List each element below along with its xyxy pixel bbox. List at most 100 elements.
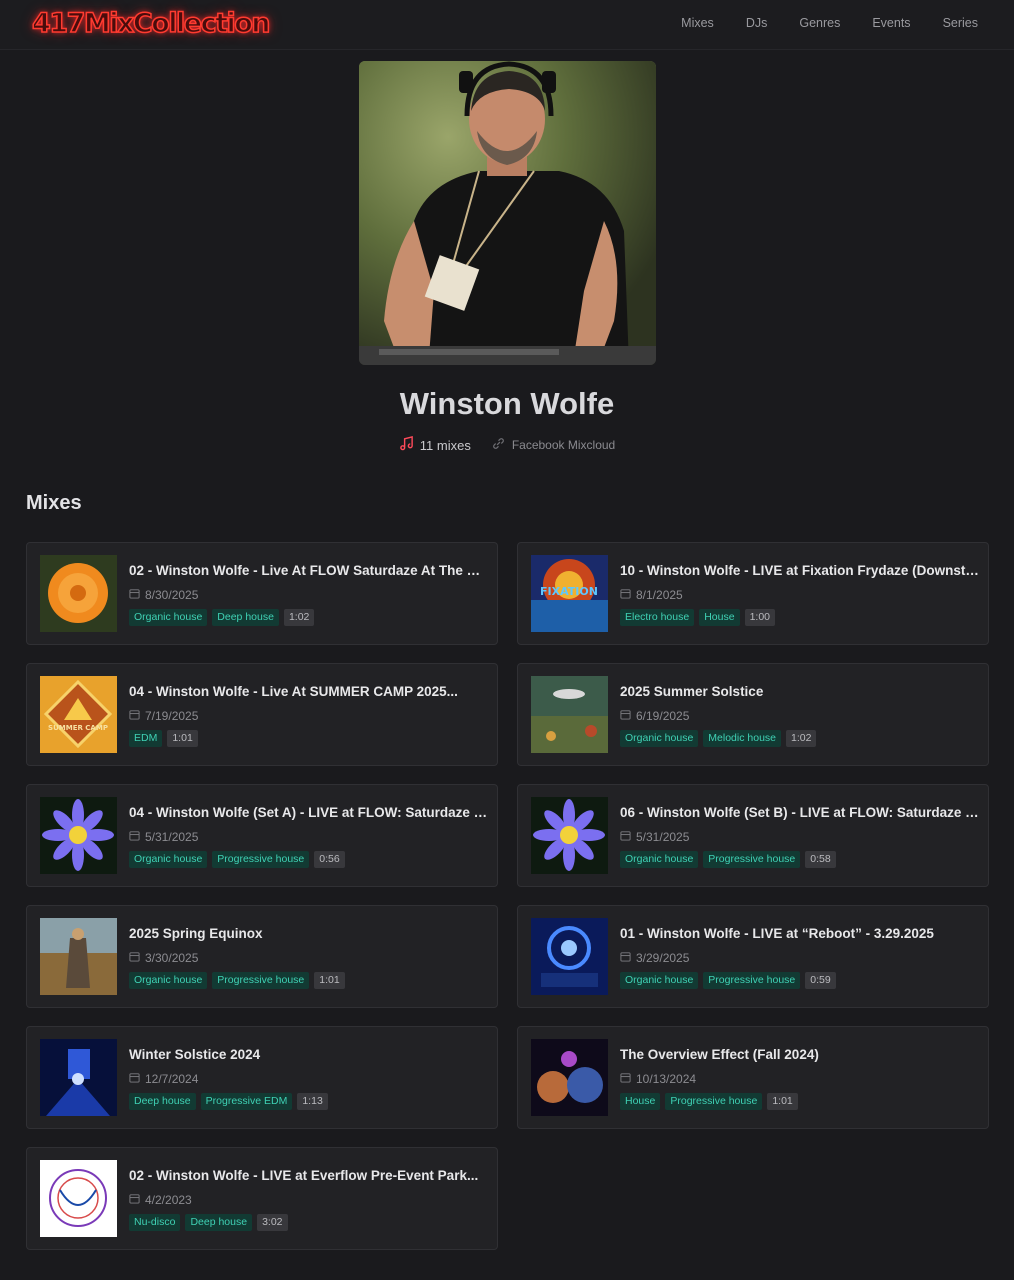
mix-artwork: FIXATION: [531, 555, 608, 632]
genre-tag[interactable]: Progressive house: [703, 851, 801, 868]
calendar-icon: [620, 830, 631, 844]
svg-text:SUMMER CAMP: SUMMER CAMP: [48, 724, 108, 732]
genre-tag[interactable]: Progressive house: [212, 851, 310, 868]
duration-badge: 1:02: [283, 609, 315, 626]
genre-tag[interactable]: Organic house: [129, 972, 208, 989]
genre-tag[interactable]: Organic house: [620, 730, 699, 747]
mix-tags: House Progressive house 1:01: [620, 1093, 798, 1110]
mix-card[interactable]: 02 - Winston Wolfe - LIVE at Everflow Pr…: [26, 1147, 498, 1250]
mix-card[interactable]: The Overview Effect (Fall 2024) 10/13/20…: [517, 1026, 989, 1129]
mix-title[interactable]: 2025 Summer Solstice: [620, 684, 980, 699]
calendar-icon: [129, 951, 140, 965]
genre-tag[interactable]: Deep house: [212, 609, 279, 626]
duration-badge: 1:01: [767, 1093, 798, 1110]
mix-tags: Organic house Deep house 1:02: [129, 609, 315, 626]
calendar-icon: [129, 1072, 140, 1086]
mixes-heading: Mixes: [26, 492, 82, 514]
mix-card[interactable]: Winter Solstice 2024 12/7/2024 Deep hous…: [26, 1026, 498, 1129]
genre-tag[interactable]: House: [620, 1093, 661, 1110]
nav-mixes[interactable]: Mixes: [681, 16, 714, 30]
music-note-icon: [399, 436, 414, 454]
dj-meta: 11 mixes Facebook Mixcloud: [0, 436, 1014, 454]
genre-tag[interactable]: Organic house: [620, 972, 699, 989]
duration-badge: 1:00: [744, 609, 776, 626]
genre-tag[interactable]: EDM: [129, 730, 163, 747]
mix-title[interactable]: The Overview Effect (Fall 2024): [620, 1047, 980, 1062]
duration-badge: 3:02: [257, 1214, 288, 1231]
genre-tag[interactable]: Electro house: [620, 609, 695, 626]
mix-title[interactable]: 10 - Winston Wolfe - LIVE at Fixation Fr…: [620, 563, 980, 578]
calendar-icon: [129, 830, 140, 844]
genre-tag[interactable]: Organic house: [129, 851, 208, 868]
duration-badge: 0:56: [314, 851, 345, 868]
mix-date: 12/7/2024: [129, 1072, 198, 1086]
mix-artwork: [40, 918, 117, 995]
mix-title[interactable]: 02 - Winston Wolfe - LIVE at Everflow Pr…: [129, 1168, 489, 1183]
calendar-icon: [620, 1072, 631, 1086]
nav-djs[interactable]: DJs: [746, 16, 768, 30]
social-links[interactable]: Facebook Mixcloud: [512, 438, 615, 452]
mix-tags: Electro house House 1:00: [620, 609, 776, 626]
calendar-icon: [620, 588, 631, 602]
mix-date: 8/1/2025: [620, 588, 683, 602]
mix-artwork: [40, 555, 117, 632]
duration-badge: 0:59: [805, 972, 836, 989]
dj-name: Winston Wolfe: [399, 386, 615, 421]
dj-links[interactable]: Facebook Mixcloud: [491, 436, 615, 454]
genre-tag[interactable]: House: [699, 609, 740, 626]
dj-photo: [359, 61, 656, 365]
mix-artwork: [40, 797, 117, 874]
mix-artwork: [531, 918, 608, 995]
duration-badge: 1:02: [786, 730, 817, 747]
genre-tag[interactable]: Progressive house: [665, 1093, 763, 1110]
mix-title[interactable]: 04 - Winston Wolfe (Set A) - LIVE at FLO…: [129, 805, 489, 820]
mix-card[interactable]: SUMMER CAMP 04 - Winston Wolfe - Live At…: [26, 663, 498, 766]
genre-tag[interactable]: Progressive EDM: [200, 1093, 293, 1110]
mix-title[interactable]: 2025 Spring Equinox: [129, 926, 489, 941]
nav-series[interactable]: Series: [943, 16, 978, 30]
mix-title[interactable]: 02 - Winston Wolfe - Live At FLOW Saturd…: [129, 563, 489, 578]
mix-card[interactable]: 06 - Winston Wolfe (Set B) - LIVE at FLO…: [517, 784, 989, 887]
mix-tags: Organic house Progressive house 1:01: [129, 972, 345, 989]
genre-tag[interactable]: Progressive house: [212, 972, 310, 989]
mix-title[interactable]: 04 - Winston Wolfe - Live At SUMMER CAMP…: [129, 684, 489, 699]
nav-genres[interactable]: Genres: [799, 16, 840, 30]
mix-title[interactable]: Winter Solstice 2024: [129, 1047, 489, 1062]
main-nav: Mixes DJs Genres Events Series: [649, 16, 978, 30]
mix-count-label: 11 mixes: [419, 437, 471, 453]
genre-tag[interactable]: Deep house: [185, 1214, 253, 1231]
site-logo[interactable]: 417MixCollection: [31, 7, 271, 40]
genre-tag[interactable]: Organic house: [129, 609, 208, 626]
mix-card[interactable]: 01 - Winston Wolfe - LIVE at “Reboot” - …: [517, 905, 989, 1008]
mix-tags: Organic house Progressive house 0:56: [129, 851, 345, 868]
genre-tag[interactable]: Organic house: [620, 851, 699, 868]
genre-tag[interactable]: Deep house: [129, 1093, 196, 1110]
calendar-icon: [620, 709, 631, 723]
mix-card[interactable]: 2025 Spring Equinox 3/30/2025 Organic ho…: [26, 905, 498, 1008]
mix-title[interactable]: 01 - Winston Wolfe - LIVE at “Reboot” - …: [620, 926, 980, 941]
duration-badge: 1:01: [314, 972, 345, 989]
mix-date: 6/19/2025: [620, 709, 689, 723]
duration-badge: 1:13: [297, 1093, 328, 1110]
mix-artwork: [531, 1039, 608, 1116]
mix-artwork: [531, 797, 608, 874]
mix-artwork: [531, 676, 608, 753]
nav-events[interactable]: Events: [872, 16, 910, 30]
mix-date: 3/30/2025: [129, 951, 198, 965]
mix-card[interactable]: 2025 Summer Solstice 6/19/2025 Organic h…: [517, 663, 989, 766]
genre-tag[interactable]: Progressive house: [703, 972, 801, 989]
mix-count: 11 mixes: [399, 436, 471, 454]
mix-title[interactable]: 06 - Winston Wolfe (Set B) - LIVE at FLO…: [620, 805, 980, 820]
mix-tags: Organic house Melodic house 1:02: [620, 730, 817, 747]
mix-artwork: [40, 1160, 117, 1237]
mix-card[interactable]: 02 - Winston Wolfe - Live At FLOW Saturd…: [26, 542, 498, 645]
mix-date: 3/29/2025: [620, 951, 689, 965]
mix-tags: Organic house Progressive house 0:58: [620, 851, 836, 868]
genre-tag[interactable]: Melodic house: [703, 730, 782, 747]
mix-card[interactable]: FIXATION 10 - Winston Wolfe - LIVE at Fi…: [517, 542, 989, 645]
calendar-icon: [129, 588, 140, 602]
mix-card[interactable]: 04 - Winston Wolfe (Set A) - LIVE at FLO…: [26, 784, 498, 887]
genre-tag[interactable]: Nu-disco: [129, 1214, 181, 1231]
svg-text:FIXATION: FIXATION: [540, 585, 598, 598]
calendar-icon: [620, 951, 631, 965]
